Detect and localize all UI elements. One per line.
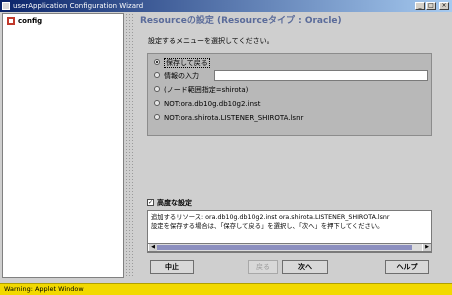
option-listener-lsnr[interactable]: NOT:ora.shirota.LISTENER_SHIROTA.lsnr [154, 113, 303, 124]
option-save-and-return[interactable]: 保存して戻る [154, 58, 210, 69]
radio-selected-icon [154, 59, 160, 65]
next-button[interactable]: 次へ [282, 260, 328, 274]
instruction-text: 設定するメニューを選択してください。 [148, 37, 274, 45]
wizard-window: userApplication Configuration Wizard _ □… [0, 0, 452, 295]
info-input-field[interactable] [214, 70, 428, 81]
window-title: userApplication Configuration Wizard [13, 2, 144, 10]
scroll-thumb[interactable] [157, 245, 412, 250]
scroll-left-icon[interactable]: ◀ [148, 244, 157, 251]
radio-icon [154, 86, 160, 92]
advanced-settings-label: 高度な設定 [157, 199, 192, 207]
close-button[interactable]: × [439, 2, 449, 10]
title-bar: userApplication Configuration Wizard _ □… [0, 0, 452, 12]
help-button[interactable]: ヘルプ [385, 260, 429, 274]
menu-options-panel: 保存して戻る 情報の入力 (ノード範囲指定=shirota) NOT:ora.d… [147, 53, 432, 136]
warning-text: Warning: Applet Window [4, 285, 84, 293]
maximize-button[interactable]: □ [426, 2, 436, 10]
config-tree[interactable]: config [2, 13, 124, 278]
advanced-settings-checkbox[interactable]: ✓ 高度な設定 [147, 198, 192, 208]
split-pane-divider[interactable] [125, 13, 134, 278]
cancel-button[interactable]: 中止 [150, 260, 194, 274]
radio-icon [154, 114, 160, 120]
option-label: NOT:ora.shirota.LISTENER_SHIROTA.lsnr [164, 114, 304, 122]
option-label: (ノード範囲指定=shirota) [164, 86, 249, 94]
option-node-range[interactable]: (ノード範囲指定=shirota) [154, 85, 248, 96]
applet-warning-bar: Warning: Applet Window [0, 283, 452, 295]
config-node-icon [7, 17, 15, 25]
option-label: 情報の入力 [164, 72, 199, 80]
horizontal-scrollbar[interactable]: ◀ ▶ [147, 243, 432, 252]
message-line: 設定を保存する場合は、「保存して戻る」を選択し、「次へ」を押下してください。 [151, 223, 384, 230]
checkmark-icon: ✓ [147, 198, 154, 206]
option-label: NOT:ora.db10g.db10g2.inst [164, 100, 261, 108]
scroll-right-icon[interactable]: ▶ [422, 244, 431, 251]
minimize-button[interactable]: _ [415, 2, 425, 10]
back-button[interactable]: 戻る [248, 260, 278, 274]
radio-icon [154, 72, 160, 78]
option-label: 保存して戻る [164, 58, 210, 68]
java-app-icon [2, 2, 10, 10]
tree-node-config[interactable]: config [18, 16, 42, 26]
message-line: 追加するリソース: ora.db10g.db10g2.inst ora.shir… [151, 214, 390, 221]
page-title: Resourceの設定 (Resourceタイプ : Oracle) [140, 16, 342, 26]
option-enter-info[interactable]: 情報の入力 [154, 71, 199, 82]
radio-icon [154, 100, 160, 106]
option-db10g-inst[interactable]: NOT:ora.db10g.db10g2.inst [154, 99, 260, 110]
